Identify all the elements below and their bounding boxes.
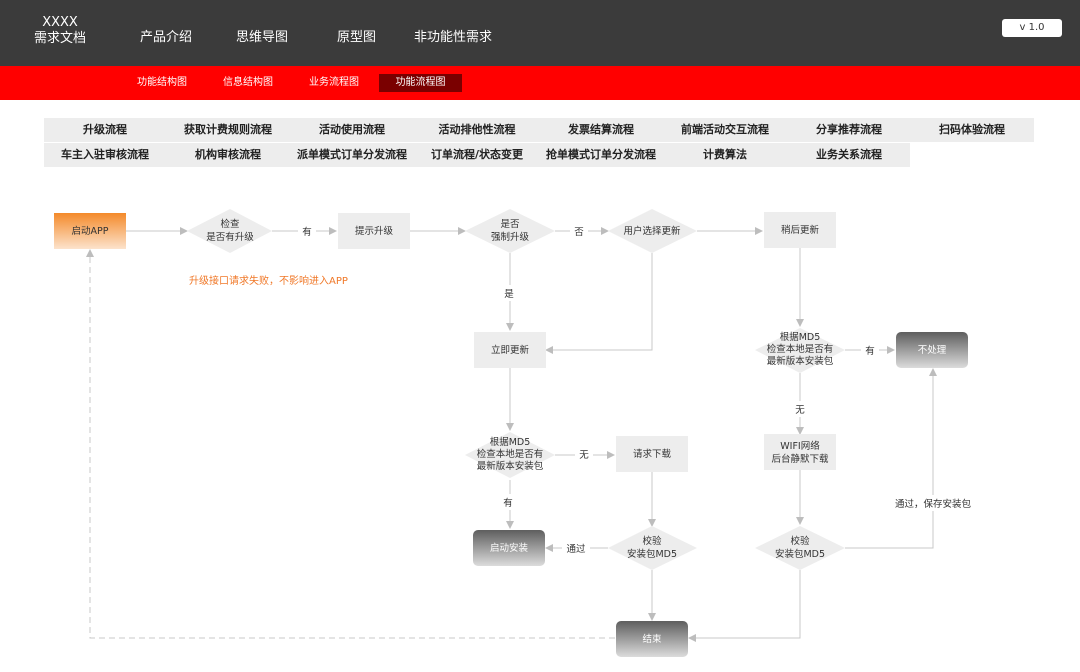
edge-label-none-2: 无 <box>579 450 589 461</box>
node-verify-right <box>755 526 845 570</box>
node-user-choose-label: 用户选择更新 <box>623 225 681 237</box>
node-update-now-label: 立即更新 <box>491 344 530 356</box>
node-check-upgrade <box>187 209 272 253</box>
node-verify-left-line1: 校验 <box>642 535 662 547</box>
node-force-upgrade-line1: 是否 <box>500 219 520 230</box>
node-request-download-label: 请求下载 <box>633 448 672 460</box>
node-check-upgrade-line1: 检查 <box>220 218 240 230</box>
edge-label-none-1: 无 <box>795 405 805 416</box>
edge-label-has-3: 有 <box>503 497 513 509</box>
edge-verify-to-noprocess <box>845 368 937 549</box>
node-verify-left <box>608 526 697 570</box>
edge-label-has-2: 有 <box>865 345 875 357</box>
edge-end-to-start <box>86 249 615 639</box>
node-verify-right-line1: 校验 <box>790 535 810 547</box>
node-end-label: 结束 <box>642 633 662 645</box>
node-later-update-label: 稍后更新 <box>781 224 820 236</box>
node-launch-install-label: 启动安装 <box>490 542 529 554</box>
node-check-upgrade-line2: 是否有升级 <box>206 231 254 243</box>
node-verify-left-line2: 安装包MD5 <box>627 548 677 560</box>
node-force-upgrade <box>465 209 555 253</box>
edge-label-pass: 通过 <box>566 543 586 555</box>
edge-verify-to-end-right <box>688 570 801 642</box>
edge-choose-to-update-now <box>545 253 653 354</box>
edge-label-pass-save: 通过，保存安装包 <box>895 498 972 510</box>
node-md5-left-line2: 检查本地是否有 <box>477 448 544 460</box>
node-md5-right-line1: 根据MD5 <box>780 331 821 343</box>
node-start-app-label: 启动APP <box>72 225 109 237</box>
node-wifi-line2: 后台静默下载 <box>771 453 829 465</box>
node-md5-left-line1: 根据MD5 <box>490 436 531 448</box>
edge-label-yes: 是 <box>504 289 514 300</box>
edge-label-no: 否 <box>574 227 584 238</box>
upgrade-flow-diagram: 启动APP 检查 是否有升级 提示升级 是否 强制升级 用户选择更新 稍后更新 … <box>54 209 976 657</box>
node-md5-right-line2: 检查本地是否有 <box>767 343 834 355</box>
node-wifi-line1: WIFI网络 <box>780 440 820 452</box>
edge-label-has-1: 有 <box>302 226 312 238</box>
upgrade-failure-note: 升级接口请求失败，不影响进入APP <box>189 274 348 287</box>
node-prompt-upgrade-label: 提示升级 <box>355 225 394 237</box>
node-force-upgrade-line2: 强制升级 <box>491 231 530 243</box>
node-verify-right-line2: 安装包MD5 <box>775 548 825 560</box>
node-no-process-label: 不处理 <box>918 344 947 356</box>
node-md5-left-line3: 最新版本安装包 <box>477 460 544 472</box>
node-md5-right-line3: 最新版本安装包 <box>767 355 834 367</box>
